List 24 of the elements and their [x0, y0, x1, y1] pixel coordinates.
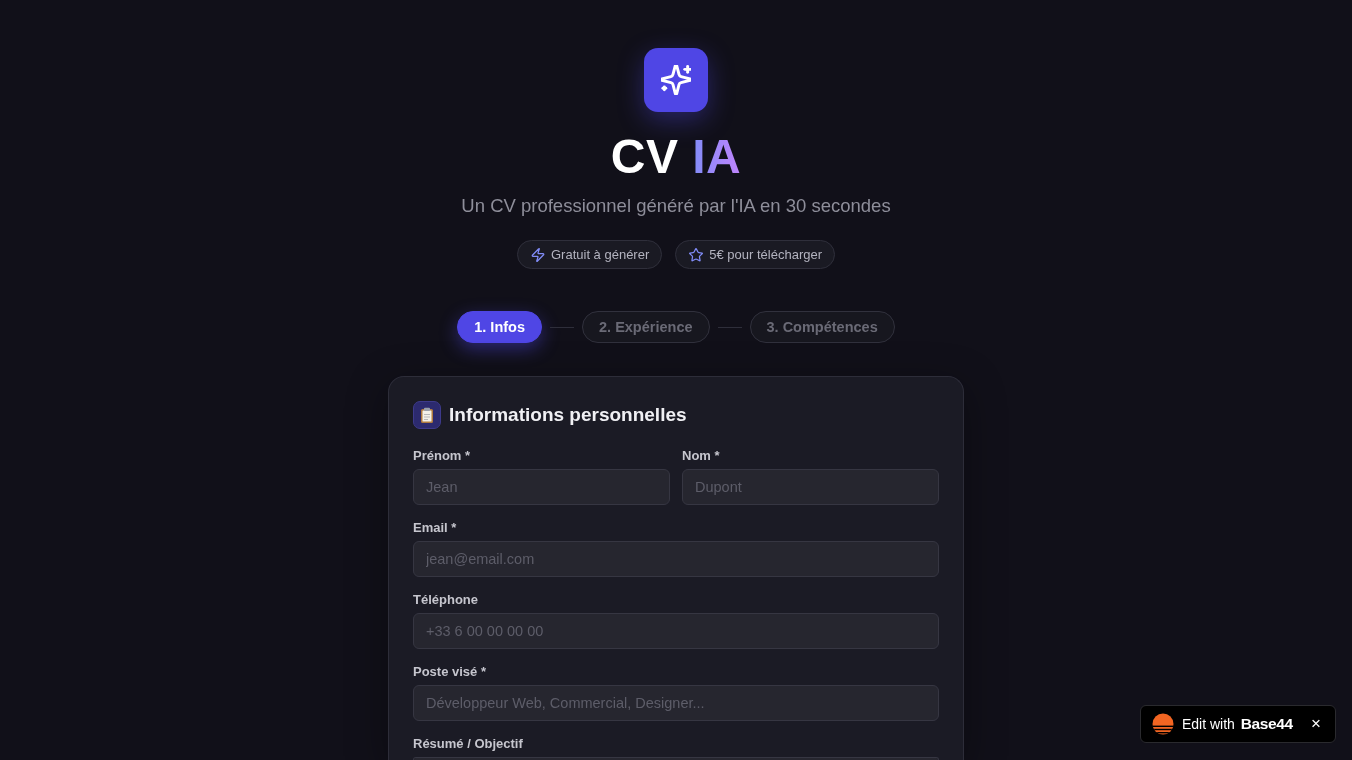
badge-label: Gratuit à générer: [551, 247, 650, 262]
input-field[interactable]: jean@email.com: [413, 541, 939, 577]
star-icon: [689, 247, 704, 262]
lightning-icon: [531, 247, 545, 262]
field-label: Prénom *: [413, 447, 472, 465]
section-title: Informations personnelles: [449, 403, 687, 427]
input-field[interactable]: Développeur Web, Commercial, Designer...: [413, 685, 939, 721]
input-field[interactable]: Jean: [413, 469, 670, 505]
app-title: CV IA: [610, 129, 742, 185]
step-tab[interactable]: 3. Compétences: [749, 311, 895, 343]
field-label: Email *: [413, 519, 458, 537]
field-label: Téléphone: [413, 591, 479, 609]
badge-label: 5€ pour télécharger: [709, 247, 822, 262]
sparkles-icon: [644, 48, 708, 112]
close-button[interactable]: ×: [1307, 714, 1325, 734]
step-tab[interactable]: 1. Infos: [457, 311, 542, 343]
step-tab[interactable]: 2. Expérience: [582, 311, 710, 343]
subtitle: Un CV professionnel généré par l'IA en 30 secondes: [461, 194, 891, 218]
field-label: Nom *: [682, 447, 721, 465]
edit-link[interactable]: Edit with Base44: [1182, 715, 1293, 733]
field-label: Poste visé *: [413, 663, 487, 681]
field-label: Résumé / Objectif: [413, 735, 524, 753]
clipboard-icon: [413, 401, 441, 429]
input-field[interactable]: Dupont: [682, 469, 939, 505]
